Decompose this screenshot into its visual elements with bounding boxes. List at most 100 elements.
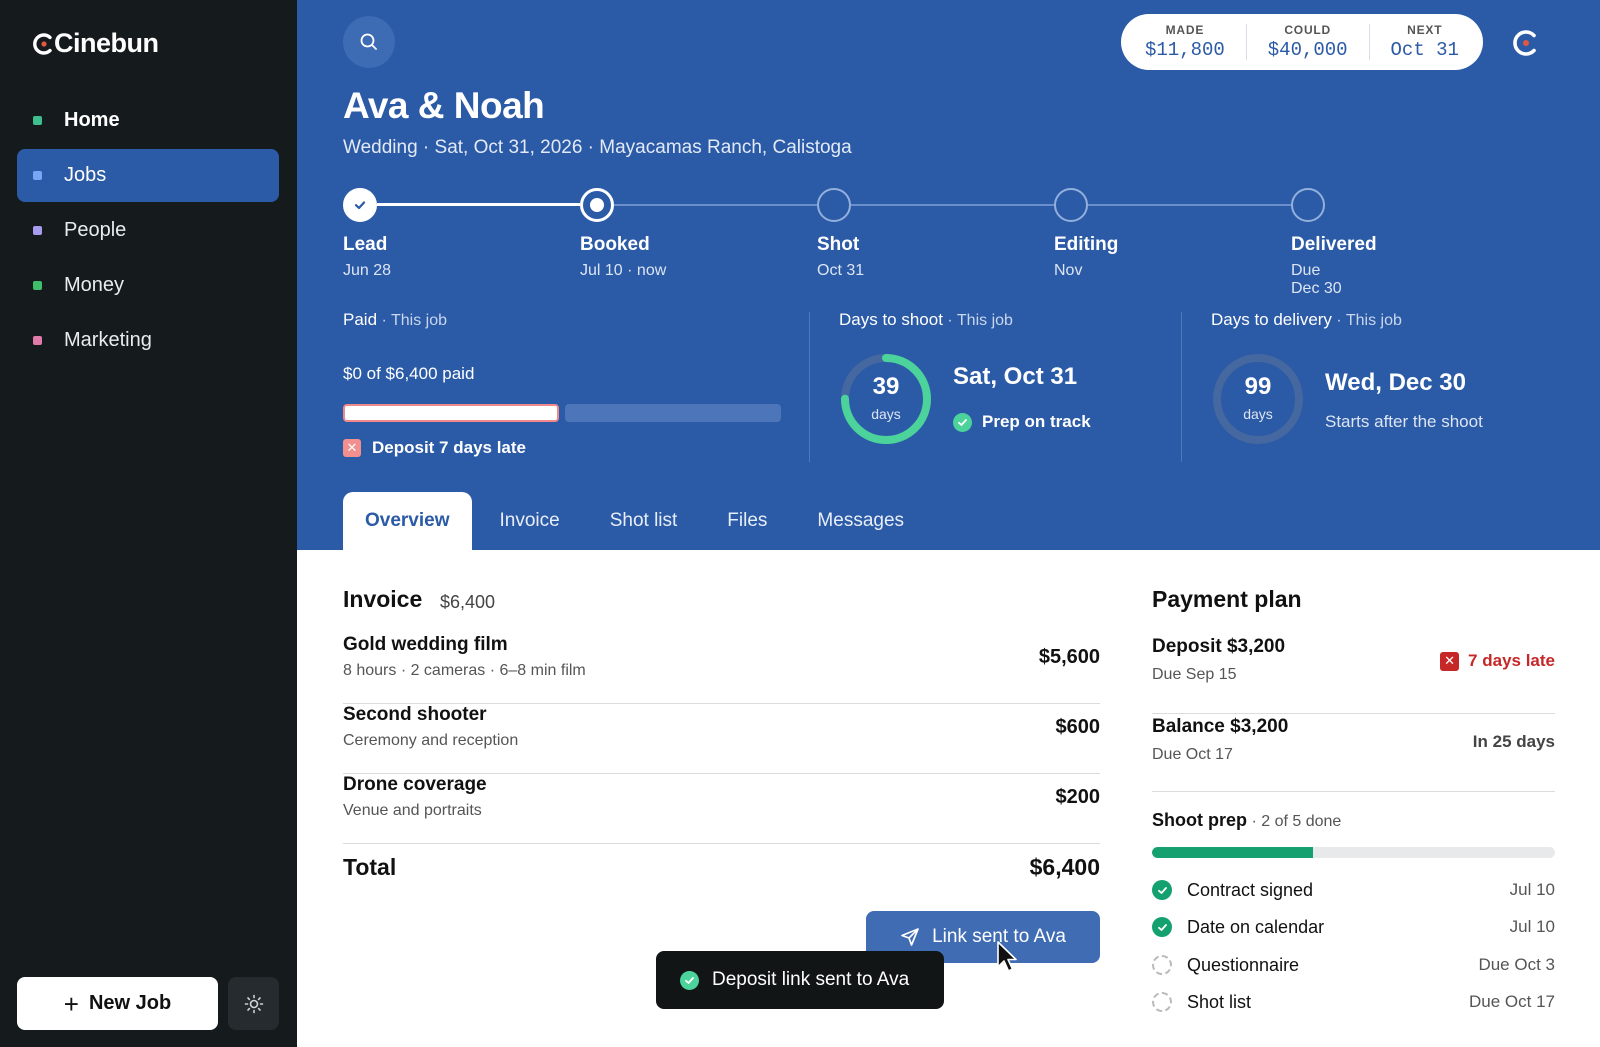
payment-name: Deposit $3,200 [1152,636,1286,657]
checklist-label: Questionnaire [1187,954,1300,975]
progress-fill [1152,847,1314,858]
sidebar-item-label: Home [64,109,120,131]
timeline-label: Lead [343,234,388,255]
sidebar-item-people[interactable]: People [17,204,279,257]
invoice-line-item[interactable]: Drone coverage Venue and portraits $200 [343,774,1100,844]
metric-scope-separator: · [942,312,957,329]
timeline-step-editing[interactable] [1054,188,1088,222]
search-icon [360,33,377,50]
timeline-step-shot[interactable] [817,188,851,222]
sidebar-item-money[interactable]: Money [17,259,279,312]
x-icon: ✕ [343,439,361,457]
page-title: Ava & Noah [343,85,545,126]
line-item-description: 8 hours · 2 cameras · 6–8 min film [343,662,586,679]
account-logo-button[interactable] [1510,28,1540,63]
empty-circle-icon [1152,992,1172,1012]
checklist-date: Due Oct 3 [1478,955,1555,974]
divider [809,312,810,462]
line-item-name: Gold wedding film [343,634,508,655]
metric-scope: This job [390,312,447,329]
checklist-date: Jul 10 [1509,917,1555,936]
could-label: COULD [1284,23,1332,37]
delivery-days-count: 99 [1244,373,1272,400]
timeline-date: Due Dec 30 [1291,262,1342,297]
money-dot-icon [33,281,42,290]
timeline-step-lead[interactable] [343,188,377,222]
divider [1368,24,1370,60]
sidebar: Cinebun Home Jobs People Money Marketing… [0,0,297,1047]
balance-progress-bar [565,404,781,422]
invoice-amount: $6,400 [440,592,496,612]
prep-status: Prep on track [953,412,1091,432]
sun-icon [244,994,263,1013]
x-icon: ✕ [1440,651,1460,671]
shoot-days-count: 39 [872,373,900,400]
tab-files[interactable]: Files [705,492,789,550]
payment-name: Balance $3,200 [1152,716,1289,737]
app-logo[interactable]: Cinebun [32,28,159,59]
check-circle-icon [680,970,699,990]
timeline-label: Editing [1054,234,1119,255]
send-icon [901,928,919,946]
shoot-prep-title: Shoot prep [1152,810,1247,830]
theme-toggle-button[interactable] [228,977,279,1030]
invoice-line-item[interactable]: Gold wedding film 8 hours · 2 cameras · … [343,634,1100,704]
app-name: Cinebun [54,28,159,58]
sidebar-item-label: Money [64,274,125,296]
payment-due-date: Due Oct 17 [1152,746,1233,763]
delivery-countdown-ring: 99 days [1211,352,1305,446]
checklist-item[interactable]: Contract signed Jul 10 [1152,875,1555,905]
status-text: In 25 days [1472,732,1555,751]
tab-shot-list[interactable]: Shot list [588,492,700,550]
job-timeline: Lead Jun 28 Booked Jul 10 · now Shot Oct… [343,186,1377,297]
checklist-item[interactable]: Questionnaire Due Oct 3 [1152,950,1555,980]
job-header: MADE $11,800 COULD $40,000 NEXT Oct 31 A… [297,0,1600,550]
new-job-label: New Job [88,992,172,1014]
timeline-step-delivered[interactable] [1291,188,1325,222]
checklist-item[interactable]: Shot list Due Oct 17 [1152,987,1555,1017]
check-circle-icon [953,412,972,432]
sidebar-item-marketing[interactable]: Marketing [17,314,279,367]
shoot-prep-separator: · [1247,813,1262,830]
earnings-summary: MADE $11,800 COULD $40,000 NEXT Oct 31 [1121,14,1483,70]
timeline-line [377,203,580,206]
check-circle-icon [1152,880,1172,900]
tab-overview[interactable]: Overview [343,492,472,550]
metric-title: Days to delivery [1211,310,1332,329]
metric-title: Days to shoot [839,310,943,329]
line-item-description: Ceremony and reception [343,732,519,749]
search-button[interactable] [343,16,395,68]
payment-plan-title: Payment plan [1152,586,1302,612]
timeline-date: Jun 28 [343,262,392,279]
line-item-amount: $600 [1055,716,1101,738]
people-dot-icon [33,226,42,235]
timeline-date: Jul 10 · now [580,262,667,279]
paid-summary: $0 of $6,400 paid [343,364,475,383]
sidebar-item-label: Jobs [64,164,107,186]
new-job-button[interactable]: + New Job [17,977,218,1030]
checklist-item[interactable]: Date on calendar Jul 10 [1152,912,1555,942]
shoot-date: Sat, Oct 31 [953,363,1078,390]
sidebar-item-jobs[interactable]: Jobs [17,149,279,202]
checklist-date: Due Oct 17 [1469,992,1555,1011]
invoice-line-item[interactable]: Second shooter Ceremony and reception $6… [343,704,1100,774]
status-text: 7 days late [1468,651,1555,670]
timeline-label: Delivered [1291,234,1377,255]
check-circle-icon [1152,917,1172,937]
timeline-step-booked[interactable] [580,188,614,222]
payment-row-balance[interactable]: Balance $3,200 Due Oct 17 In 25 days [1152,714,1555,792]
payment-row-deposit[interactable]: Deposit $3,200 Due Sep 15 ✕ 7 days late [1152,636,1555,714]
shoot-prep-progress-text: 2 of 5 done [1261,813,1342,830]
days-to-delivery-metric: Days to delivery · This job [1211,310,1402,330]
tab-invoice[interactable]: Invoice [478,492,582,550]
warning-text: Deposit 7 days late [372,438,527,457]
invoice-title: Invoice [343,586,423,612]
job-subtitle: Wedding · Sat, Oct 31, 2026 · Mayacamas … [343,137,852,158]
paid-metric: Paid · This job [343,310,447,330]
next-label: NEXT [1407,23,1443,37]
tab-messages[interactable]: Messages [795,492,926,550]
next-value: Oct 31 [1390,39,1459,61]
deposit-progress-bar [343,404,559,422]
sidebar-item-home[interactable]: Home [17,94,279,147]
toast-text: Deposit link sent to Ava [712,969,910,990]
